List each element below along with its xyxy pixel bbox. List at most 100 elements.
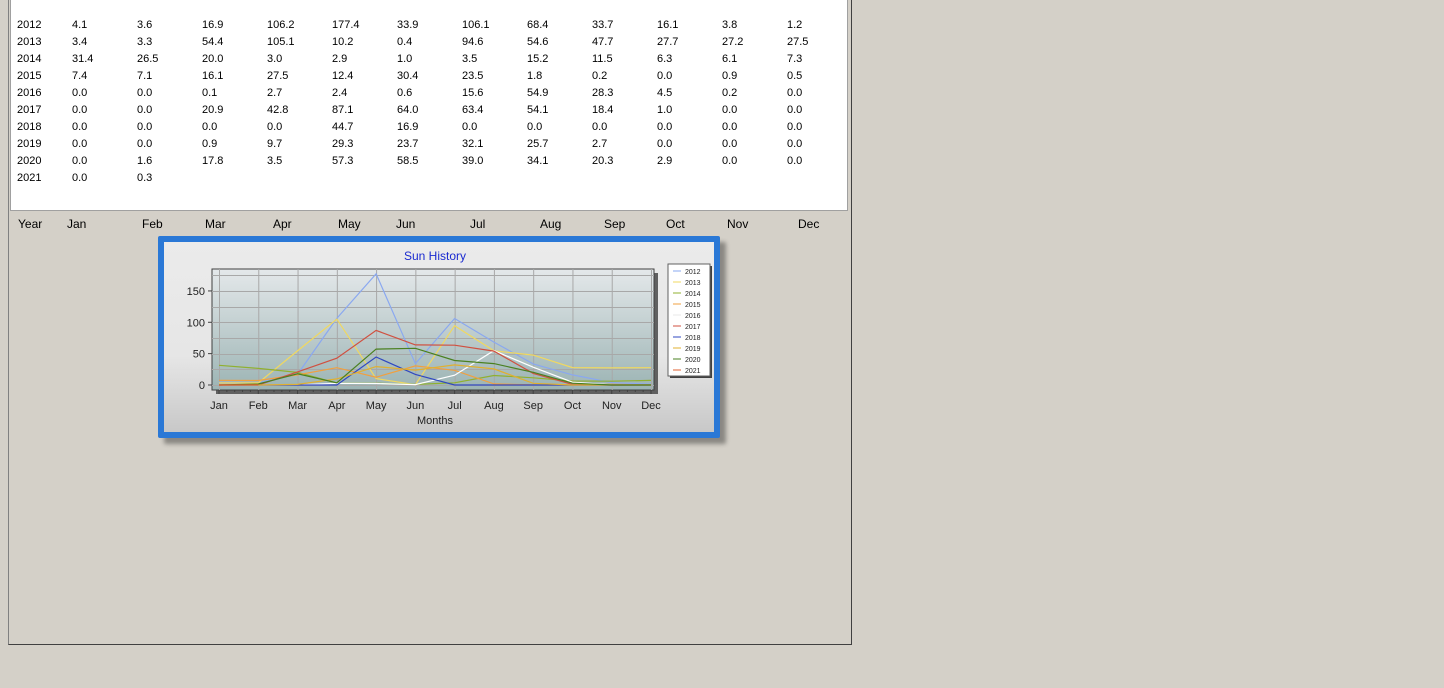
value-cell: 4.1 (72, 19, 88, 31)
column-header-year[interactable]: Year (18, 217, 42, 231)
value-cell: 64.0 (397, 104, 419, 116)
table-row[interactable]: 2016 0.0 0.0 0.1 2.7 2.4 0.6 15.6 54.9 28.3 4.5 0.2… (11, 87, 847, 104)
x-tick-label: May (366, 400, 387, 412)
value-cell: 1.0 (397, 53, 413, 65)
value-cell: 33.7 (592, 19, 614, 31)
y-tick-label: 100 (187, 317, 205, 329)
table-row[interactable]: 2018 0.0 0.0 0.0 0.0 44.7 16.9 0.0 0.0 0.0 0.0 0.0 0… (11, 121, 847, 138)
value-cell: 0.9 (202, 138, 218, 150)
table-row[interactable]: 2017 0.0 0.0 20.9 42.8 87.1 64.0 63.4 54.1 18.4 1.… (11, 104, 847, 121)
value-cell: 16.9 (202, 19, 224, 31)
value-cell: 106.1 (462, 19, 490, 31)
legend-label-2017: 2017 (685, 324, 701, 331)
x-tick-label: Oct (564, 400, 581, 412)
value-cell: 16.1 (657, 19, 679, 31)
value-cell: 0.0 (787, 87, 803, 99)
column-header-aug[interactable]: Aug (540, 217, 561, 231)
value-cell: 0.0 (657, 70, 673, 82)
year-cell: 2021 (17, 172, 42, 184)
column-header-oct[interactable]: Oct (666, 217, 685, 231)
legend-label-2019: 2019 (685, 346, 701, 353)
x-tick-label: Nov (602, 400, 622, 412)
value-cell: 30.4 (397, 70, 419, 82)
column-header-jul[interactable]: Jul (470, 217, 485, 231)
value-cell: 3.5 (462, 53, 478, 65)
year-cell: 2015 (17, 70, 42, 82)
value-cell: 0.0 (657, 138, 673, 150)
value-cell: 106.2 (267, 19, 295, 31)
y-tick-label: 0 (199, 380, 205, 392)
value-cell: 23.7 (397, 138, 419, 150)
value-cell: 27.5 (267, 70, 289, 82)
sun-data-table[interactable]: 2012 4.1 3.6 16.9 106.2 177.4 33.9 106.1 68.4 33.… (10, 0, 848, 211)
year-cell: 2020 (17, 155, 42, 167)
value-cell: 18.4 (592, 104, 614, 116)
table-row[interactable]: 2020 0.0 1.6 17.8 3.5 57.3 58.5 39.0 34.1 20.3 2.9… (11, 155, 847, 172)
value-cell: 42.8 (267, 104, 289, 116)
value-cell: 0.0 (592, 121, 608, 133)
legend-label-2013: 2013 (685, 280, 701, 287)
year-cell: 2017 (17, 104, 42, 116)
value-cell: 0.0 (202, 121, 218, 133)
column-header-feb[interactable]: Feb (142, 217, 163, 231)
chart-title: Sun History (404, 249, 466, 263)
value-cell: 33.9 (397, 19, 419, 31)
legend-label-2018: 2018 (685, 335, 701, 342)
value-cell: 177.4 (332, 19, 360, 31)
sun-history-chart: 0 50 100 150 Jan Feb Mar Apr May Jun Jul Aug Sep Oct N… (164, 242, 714, 432)
column-header-may[interactable]: May (338, 217, 361, 231)
value-cell: 0.5 (787, 70, 803, 82)
value-cell: 0.0 (72, 121, 88, 133)
value-cell: 0.0 (527, 121, 543, 133)
value-cell: 54.9 (527, 87, 549, 99)
x-tick-label: Mar (288, 400, 307, 412)
table-row[interactable]: 2015 7.4 7.1 16.1 27.5 12.4 30.4 23.5 1.8 0.2 0.0 0… (11, 70, 847, 87)
table-row[interactable]: 2012 4.1 3.6 16.9 106.2 177.4 33.9 106.1 68.4 33.… (11, 19, 847, 36)
value-cell: 0.0 (72, 104, 88, 116)
value-cell: 57.3 (332, 155, 354, 167)
value-cell: 0.4 (397, 36, 413, 48)
column-header-sep[interactable]: Sep (604, 217, 625, 231)
table-row[interactable]: 2014 31.4 26.5 20.0 3.0 2.9 1.0 3.5 15.2 11.5 6.3 6… (11, 53, 847, 70)
x-tick-label: Sep (523, 400, 543, 412)
month-header-row: Year Jan Feb Mar Apr May Jun Jul Aug Sep Oct Nov Dec (10, 217, 846, 233)
legend-label-2015: 2015 (685, 302, 701, 309)
legend-label-2021: 2021 (685, 368, 701, 375)
value-cell: 0.0 (787, 138, 803, 150)
value-cell: 16.1 (202, 70, 224, 82)
value-cell: 68.4 (527, 19, 549, 31)
year-cell: 2014 (17, 53, 42, 65)
value-cell: 0.1 (202, 87, 218, 99)
year-cell: 2012 (17, 19, 42, 31)
column-header-mar[interactable]: Mar (205, 217, 226, 231)
table-row[interactable]: 2019 0.0 0.0 0.9 9.7 29.3 23.7 32.1 25.7 2.7 0.0 0.… (11, 138, 847, 155)
table-row[interactable]: 2013 3.4 3.3 54.4 105.1 10.2 0.4 94.6 54.6 47.7 27… (11, 36, 847, 53)
value-cell: 31.4 (72, 53, 94, 65)
value-cell: 34.1 (527, 155, 549, 167)
value-cell: 0.0 (787, 104, 803, 116)
table-row[interactable]: 2021 0.0 0.3 (11, 172, 847, 189)
value-cell: 27.5 (787, 36, 809, 48)
value-cell: 1.6 (137, 155, 153, 167)
value-cell: 0.6 (397, 87, 413, 99)
value-cell: 25.7 (527, 138, 549, 150)
value-cell: 0.0 (72, 172, 88, 184)
legend-label-2020: 2020 (685, 357, 701, 364)
value-cell: 58.5 (397, 155, 419, 167)
value-cell: 47.7 (592, 36, 614, 48)
value-cell: 0.0 (72, 155, 88, 167)
value-cell: 15.6 (462, 87, 484, 99)
value-cell: 23.5 (462, 70, 484, 82)
value-cell: 2.4 (332, 87, 348, 99)
value-cell: 11.5 (592, 53, 613, 65)
value-cell: 6.1 (722, 53, 738, 65)
column-header-jan[interactable]: Jan (67, 217, 86, 231)
value-cell: 4.5 (657, 87, 673, 99)
column-header-nov[interactable]: Nov (727, 217, 748, 231)
value-cell: 0.0 (137, 87, 153, 99)
column-header-dec[interactable]: Dec (798, 217, 819, 231)
x-tick-label: Jun (406, 400, 424, 412)
column-header-apr[interactable]: Apr (273, 217, 292, 231)
value-cell: 16.9 (397, 121, 419, 133)
column-header-jun[interactable]: Jun (396, 217, 415, 231)
